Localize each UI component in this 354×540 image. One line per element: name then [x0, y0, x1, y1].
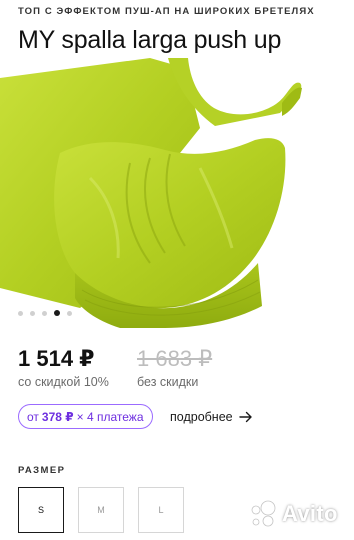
no-discount-label: без скидки — [137, 375, 199, 389]
installment-suffix: × 4 платежа — [76, 409, 144, 424]
installment-more-label: подробнее — [170, 409, 233, 424]
size-option-l[interactable]: L — [138, 487, 184, 533]
gallery-dot[interactable] — [30, 310, 35, 316]
avito-logo-icon — [251, 500, 276, 527]
watermark-text: Avito — [282, 501, 338, 526]
discount-label: со скидкой 10% — [18, 375, 109, 389]
gallery-pagination[interactable] — [18, 309, 72, 317]
product-photo[interactable] — [0, 58, 354, 328]
product-photo-lime-top — [0, 58, 302, 328]
installment-prefix: от — [27, 409, 39, 424]
gallery-dot[interactable] — [42, 310, 47, 316]
size-section-label: РАЗМЕР — [18, 465, 66, 476]
installment-badge[interactable]: от 378 ₽ × 4 платежа — [18, 404, 153, 429]
gallery-dot[interactable] — [67, 310, 72, 316]
old-price: 1 683 ₽ — [137, 346, 213, 371]
current-price: 1 514 ₽ — [18, 346, 95, 371]
gallery-dot-active[interactable] — [54, 310, 60, 316]
arrow-right-icon — [238, 411, 252, 422]
size-option-m[interactable]: M — [78, 487, 124, 533]
size-selector: S M L — [18, 487, 184, 533]
size-option-s[interactable]: S — [18, 487, 64, 533]
avito-watermark: Avito — [248, 494, 338, 534]
product-subtitle: ТОП С ЭФФЕКТОМ ПУШ-АП НА ШИРОКИХ БРЕТЕЛЯ… — [18, 6, 315, 17]
installment-more-link[interactable]: подробнее — [170, 404, 253, 429]
installment-amount: 378 ₽ — [41, 409, 74, 424]
gallery-dot[interactable] — [18, 310, 23, 316]
